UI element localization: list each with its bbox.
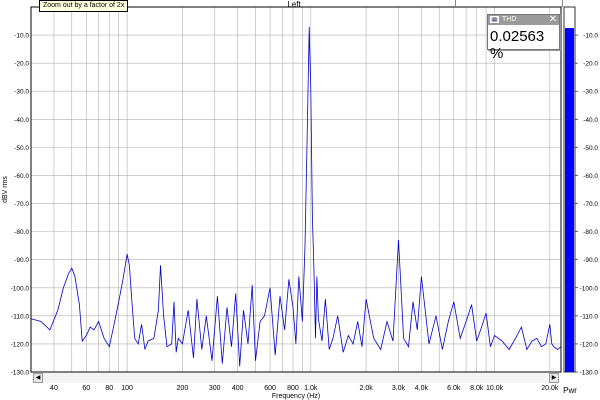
x-tick-label: 8.0k: [470, 385, 484, 392]
y-tick-label: -10.0: [14, 33, 29, 40]
analyzer-window: -10.0 -20.0 -30.0 -40.0 -50.0 -60.0 -70.0 -80.0…: [0, 0, 600, 400]
thd-label: THD: [502, 16, 517, 23]
meter-tick-label: -10.0: [583, 33, 598, 40]
y-tick-label: -110.0: [11, 313, 29, 320]
y-axis-label: dBV rms: [2, 176, 9, 203]
x-tick-label: 800: [287, 385, 299, 392]
meter-tick-label: -110.0: [580, 313, 598, 320]
y-tick-label: -50.0: [14, 145, 29, 152]
toolbar-fragment: [455, 0, 563, 7]
zoom-tooltip: Zoom out by a factor of 2x: [39, 0, 129, 12]
x-tick-label: 2.0k: [359, 385, 373, 392]
meter-tick-label: -30.0: [583, 89, 598, 96]
meter-tick-label: -70.0: [583, 201, 598, 208]
horizontal-scrollbar[interactable]: [43, 373, 548, 383]
x-tick-label: 4.0k: [415, 385, 429, 392]
x-tick-label: 200: [177, 385, 189, 392]
thd-panel[interactable]: ▤ THD ✕ 0.02563 %: [487, 14, 560, 62]
meter-tick-label: -40.0: [583, 117, 598, 124]
x-tick-label: 40: [50, 385, 58, 392]
y-tick-label: -20.0: [14, 61, 29, 68]
meter-icon: ▤: [490, 16, 499, 23]
x-tick-label: 6.0k: [447, 385, 461, 392]
plot-grid: [30, 7, 561, 373]
y-tick-label: -90.0: [14, 257, 29, 264]
y-tick-label: -60.0: [14, 173, 29, 180]
x-axis-label: Frequency (Hz): [272, 393, 320, 400]
y-tick-label: -130.0: [11, 370, 30, 377]
y-axis-ticks: -10.0 -20.0 -30.0 -40.0 -50.0 -60.0 -70.0 -80.0…: [11, 33, 30, 377]
meter-tick-label: -20.0: [583, 61, 598, 68]
scroll-left-button[interactable]: ◀: [33, 373, 43, 383]
x-tick-label: 600: [264, 385, 276, 392]
x-tick-label: 20.0k: [541, 385, 559, 392]
chart-title: Left: [287, 0, 301, 9]
y-tick-label: -70.0: [14, 201, 29, 208]
scroll-right-button[interactable]: ▶: [549, 373, 559, 383]
power-meter: -10.0 -20.0 -30.0 -40.0 -50.0 -60.0 -70.0 -80.0…: [563, 6, 599, 377]
y-tick-label: -100.0: [11, 285, 30, 292]
meter-tick-label: -120.0: [580, 341, 599, 348]
meter-tick-label: -80.0: [583, 229, 598, 236]
meter-fill: [565, 28, 574, 373]
meter-tick-label: -60.0: [583, 173, 598, 180]
spectrum-trace: [30, 26, 562, 367]
x-tick-label: 10.0k: [486, 385, 504, 392]
x-tick-label: 100: [121, 385, 133, 392]
x-tick-label: 1.0k: [304, 385, 318, 392]
x-tick-label: 80: [105, 385, 113, 392]
x-tick-label: 400: [232, 385, 244, 392]
close-icon[interactable]: ✕: [548, 15, 558, 25]
thd-panel-header[interactable]: ▤ THD ✕: [488, 15, 559, 25]
y-tick-label: -40.0: [14, 117, 29, 124]
x-tick-label: 300: [209, 385, 221, 392]
x-axis-ticks: 40 60 80 100 200 300 400 600 800 1.0k 2.0k 3.0k 4.0k…: [50, 385, 559, 392]
plot-frame: [30, 6, 562, 373]
meter-tick-label: -50.0: [583, 145, 598, 152]
y-tick-label: -30.0: [14, 89, 29, 96]
meter-tick-label: -130.0: [580, 370, 599, 377]
meter-tick-label: -90.0: [583, 257, 598, 264]
thd-value: 0.02563 %: [490, 28, 545, 62]
x-tick-label: 60: [82, 385, 90, 392]
meter-tick-label: -100.0: [580, 285, 599, 292]
y-tick-label: -120.0: [11, 341, 30, 348]
y-tick-label: -80.0: [14, 229, 29, 236]
meter-label: Pwr: [563, 386, 577, 395]
x-tick-label: 3.0k: [392, 385, 406, 392]
